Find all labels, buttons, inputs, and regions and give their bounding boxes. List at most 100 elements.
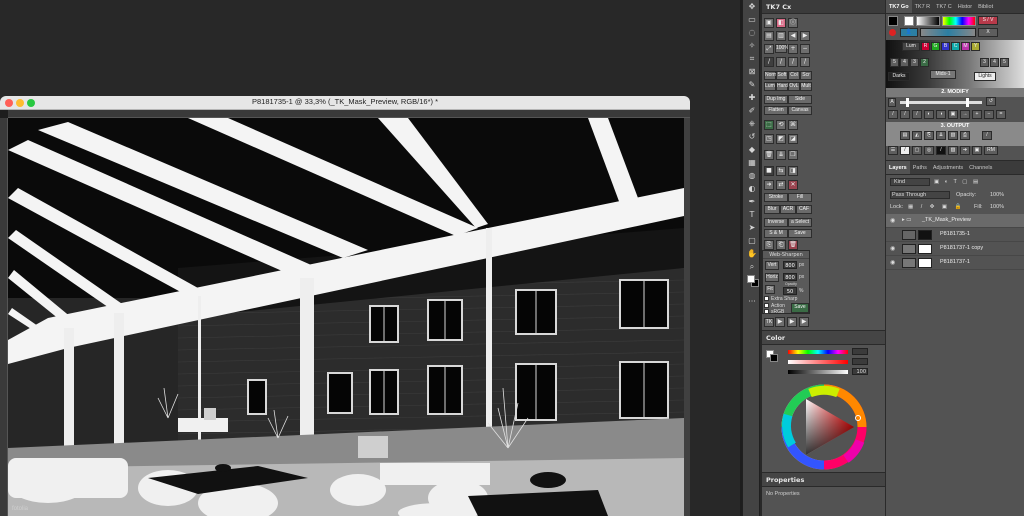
brush-large-icon[interactable]: / (912, 110, 922, 119)
layer-name[interactable]: _TK_Mask_Preview (922, 217, 971, 223)
zone-2-dark-button[interactable]: 2 (920, 58, 929, 67)
tab-tk7-r[interactable]: TK7 R (912, 0, 934, 13)
web-save-button[interactable]: Save (791, 303, 809, 313)
warp-icon[interactable]: ⌘ (788, 120, 798, 130)
dodge-icon[interactable]: ◐ (743, 182, 761, 195)
acr-button[interactable]: ACR (780, 205, 796, 214)
frame-out-icon[interactable]: ▢ (912, 146, 922, 155)
blend-scr-button[interactable]: Scr (800, 71, 812, 80)
equal-icon[interactable]: = (996, 110, 1006, 119)
play-next-icon[interactable]: ▶ (787, 317, 797, 327)
select-icon[interactable]: ⬚ (764, 120, 774, 130)
output-sharpen-icon[interactable]: ◭ (912, 131, 922, 140)
color-swatches[interactable] (743, 273, 759, 295)
plus-icon[interactable]: + (972, 110, 982, 119)
hue-ramp[interactable] (942, 16, 976, 26)
white-brush-icon[interactable]: / (900, 146, 910, 155)
b-channel-button[interactable]: B (941, 42, 950, 51)
rectangle-icon[interactable]: ▢ (743, 234, 761, 247)
rm-button[interactable]: RM (984, 146, 998, 155)
hue-value[interactable] (852, 348, 868, 355)
fit-icon[interactable]: ⤢ (764, 44, 774, 54)
healing-icon[interactable]: ✚ (743, 91, 761, 104)
fg-color-icon[interactable]: ■ (764, 166, 774, 176)
a-button[interactable]: A (888, 98, 896, 107)
srgb-checkbox[interactable]: sRGB (764, 309, 784, 315)
layer-name[interactable]: P8181737-1 copy (940, 245, 983, 251)
dup-img-button[interactable]: Dup Img (764, 95, 788, 104)
modify-slider-thumb-right[interactable] (966, 98, 969, 107)
darks-button[interactable]: Darks (888, 72, 910, 81)
output-save-icon[interactable]: ⎙ (960, 131, 970, 140)
background-swatch[interactable] (770, 354, 778, 362)
blend-hard-button[interactable]: Hard (776, 82, 788, 91)
web-out-icon[interactable]: ◎ (924, 146, 934, 155)
brush-icon[interactable]: ✐ (743, 104, 761, 117)
stroke-button[interactable]: Stroke (764, 193, 788, 202)
hand-icon[interactable]: ✋ (743, 247, 761, 260)
swap-arrows-icon[interactable]: ⇄ (776, 180, 786, 190)
horiz-size-input[interactable]: 800 (783, 273, 797, 281)
zoom-in-icon[interactable]: + (788, 44, 798, 54)
layer-new-icon[interactable]: ▣ (948, 110, 958, 119)
zone-3-dark-button[interactable]: 3 (910, 58, 919, 67)
x-button[interactable]: X (978, 28, 998, 37)
frame-icon[interactable]: ⊠ (743, 65, 761, 78)
r-channel-button[interactable]: R (921, 42, 930, 51)
saturation-slider[interactable] (788, 360, 848, 364)
swap-color-icon[interactable]: ⇆ (776, 166, 786, 176)
modify-slider[interactable] (900, 101, 982, 104)
crop-icon[interactable]: ⌗ (743, 52, 761, 65)
modify-slider-thumb-left[interactable] (906, 98, 909, 107)
person-button[interactable]: 👤 (900, 28, 918, 37)
gray-ramp[interactable] (916, 16, 940, 26)
brush-white-icon[interactable]: / (776, 57, 786, 67)
tab-adjustments[interactable]: Adjustments (930, 161, 966, 174)
layer-name[interactable]: P8181735-1 (940, 231, 970, 237)
eraser-icon[interactable]: ◆ (743, 143, 761, 156)
m-channel-button[interactable]: M (961, 42, 970, 51)
output-merge-icon[interactable]: ⇊ (936, 131, 946, 140)
folder-icon[interactable]: ▤ (764, 31, 774, 41)
crop-tool-icon[interactable]: ◳ (764, 134, 774, 144)
flatten-button[interactable]: Flatten (764, 106, 788, 115)
fit-button[interactable]: Fit (765, 285, 775, 294)
g-channel-button[interactable]: G (931, 42, 940, 51)
delete-icon[interactable]: 🗑 (788, 240, 798, 250)
layer-row[interactable]: P8181735-1 (886, 228, 1024, 242)
zone-4-light-button[interactable]: 4 (990, 58, 999, 67)
fill-button[interactable]: Fill (788, 193, 812, 202)
burn-tool-icon[interactable]: ◑ (936, 110, 946, 119)
brush-opacity-icon[interactable]: / (800, 57, 810, 67)
zoom-100-button[interactable]: 100% (775, 44, 789, 53)
brush-small-icon[interactable]: / (888, 110, 898, 119)
reset-color-icon[interactable]: ◨ (788, 166, 798, 176)
zone-4-dark-button[interactable]: 4 (900, 58, 909, 67)
move-icon[interactable]: ✥ (743, 0, 761, 13)
hue-slider[interactable] (788, 350, 848, 354)
copy-icon[interactable]: ⎘ (764, 240, 774, 250)
tab-libraries[interactable]: Bibliot (975, 0, 996, 13)
visibility-eye-icon[interactable]: ◉ (890, 259, 895, 266)
document-title-bar[interactable]: P8181735-1 @ 33,3% (_TK_Mask_Preview, RG… (0, 96, 690, 110)
modify-section-header[interactable]: 2. MODIFY (886, 88, 1024, 97)
blend-col-button[interactable]: Col (788, 71, 800, 80)
blend-ovl-button[interactable]: OvL (788, 82, 800, 91)
zone-3-light-button[interactable]: 3 (980, 58, 989, 67)
output-layer-icon[interactable]: ▤ (900, 131, 910, 140)
canvas-button[interactable]: Canvas (788, 106, 812, 115)
white-swatch[interactable] (904, 16, 914, 26)
group-icon[interactable]: ❒ (788, 150, 798, 160)
mask-icon[interactable]: ◧ (776, 18, 786, 28)
c-channel-button[interactable]: C (951, 42, 960, 51)
vertical-ruler[interactable] (0, 118, 8, 516)
vertical-scrollbar[interactable] (684, 118, 690, 516)
tab-paths[interactable]: Paths (910, 161, 930, 174)
sky-slider[interactable] (920, 28, 976, 37)
blend-norm-button[interactable]: Norm (764, 71, 777, 80)
export-icon[interactable]: ➔ (960, 146, 970, 155)
vert-button[interactable]: Vert (765, 261, 779, 270)
tk7-cx-tab[interactable]: TK7 Cx (762, 0, 885, 14)
eyedropper-icon[interactable]: ✎ (743, 78, 761, 91)
mask-add-icon[interactable]: ◪ (788, 134, 798, 144)
